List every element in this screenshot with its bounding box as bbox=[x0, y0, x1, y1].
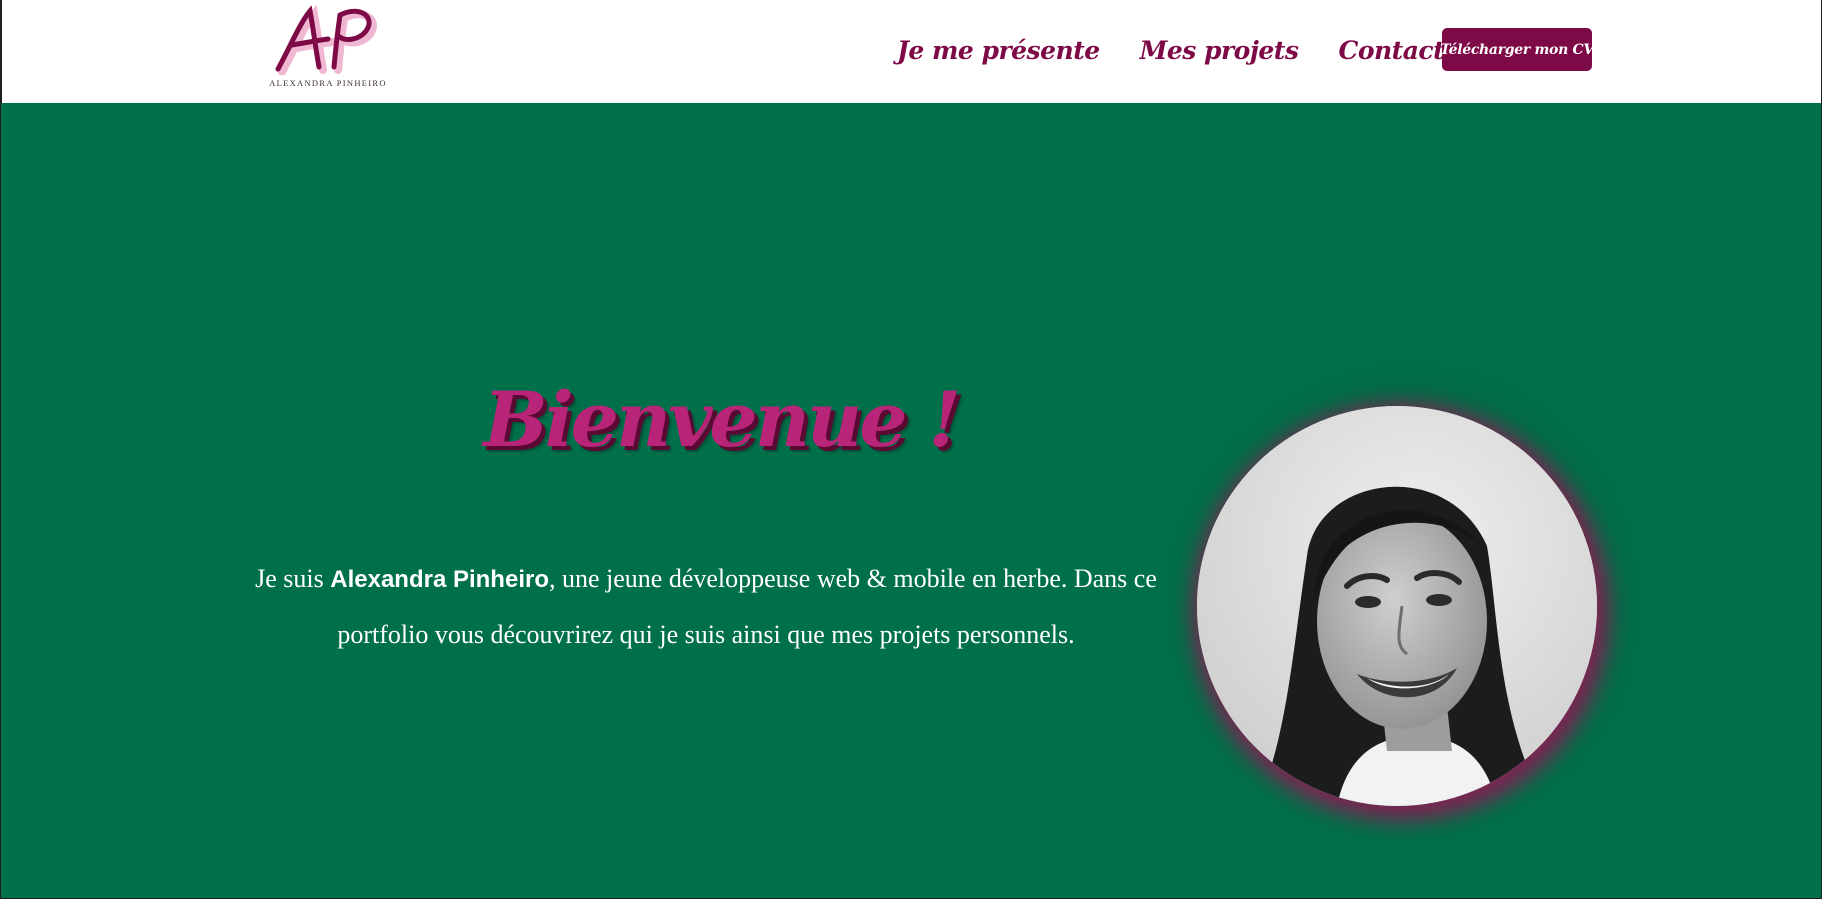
profile-photo-illustration bbox=[1197, 406, 1597, 806]
nav-item-mes-projets[interactable]: Mes projets bbox=[1140, 36, 1299, 65]
hero-section: Bienvenue ! Je suis Alexandra Pinheiro, … bbox=[1, 103, 1821, 898]
main-nav: Je me présente Mes projets Contact bbox=[897, 0, 1445, 100]
hero-title: Bienvenue ! bbox=[483, 375, 962, 464]
site-header: ALEXANDRA PINHEIRO Je me présente Mes pr… bbox=[1, 0, 1821, 103]
logo-link[interactable]: ALEXANDRA PINHEIRO bbox=[260, 3, 396, 89]
download-cv-button[interactable]: Télécharger mon CV bbox=[1440, 28, 1594, 71]
profile-photo bbox=[1197, 406, 1597, 806]
nav-item-contact[interactable]: Contact bbox=[1338, 36, 1444, 65]
logo-name-text: ALEXANDRA PINHEIRO bbox=[269, 78, 387, 88]
hero-intro-before: Je suis bbox=[255, 564, 331, 593]
ap-monogram-logo bbox=[275, 4, 377, 75]
nav-item-je-me-presente[interactable]: Je me présente bbox=[897, 36, 1100, 65]
hero-intro-name: Alexandra Pinheiro bbox=[330, 566, 549, 593]
page-frame: ALEXANDRA PINHEIRO Je me présente Mes pr… bbox=[0, 0, 1822, 899]
hero-intro: Je suis Alexandra Pinheiro, une jeune dé… bbox=[231, 551, 1181, 662]
